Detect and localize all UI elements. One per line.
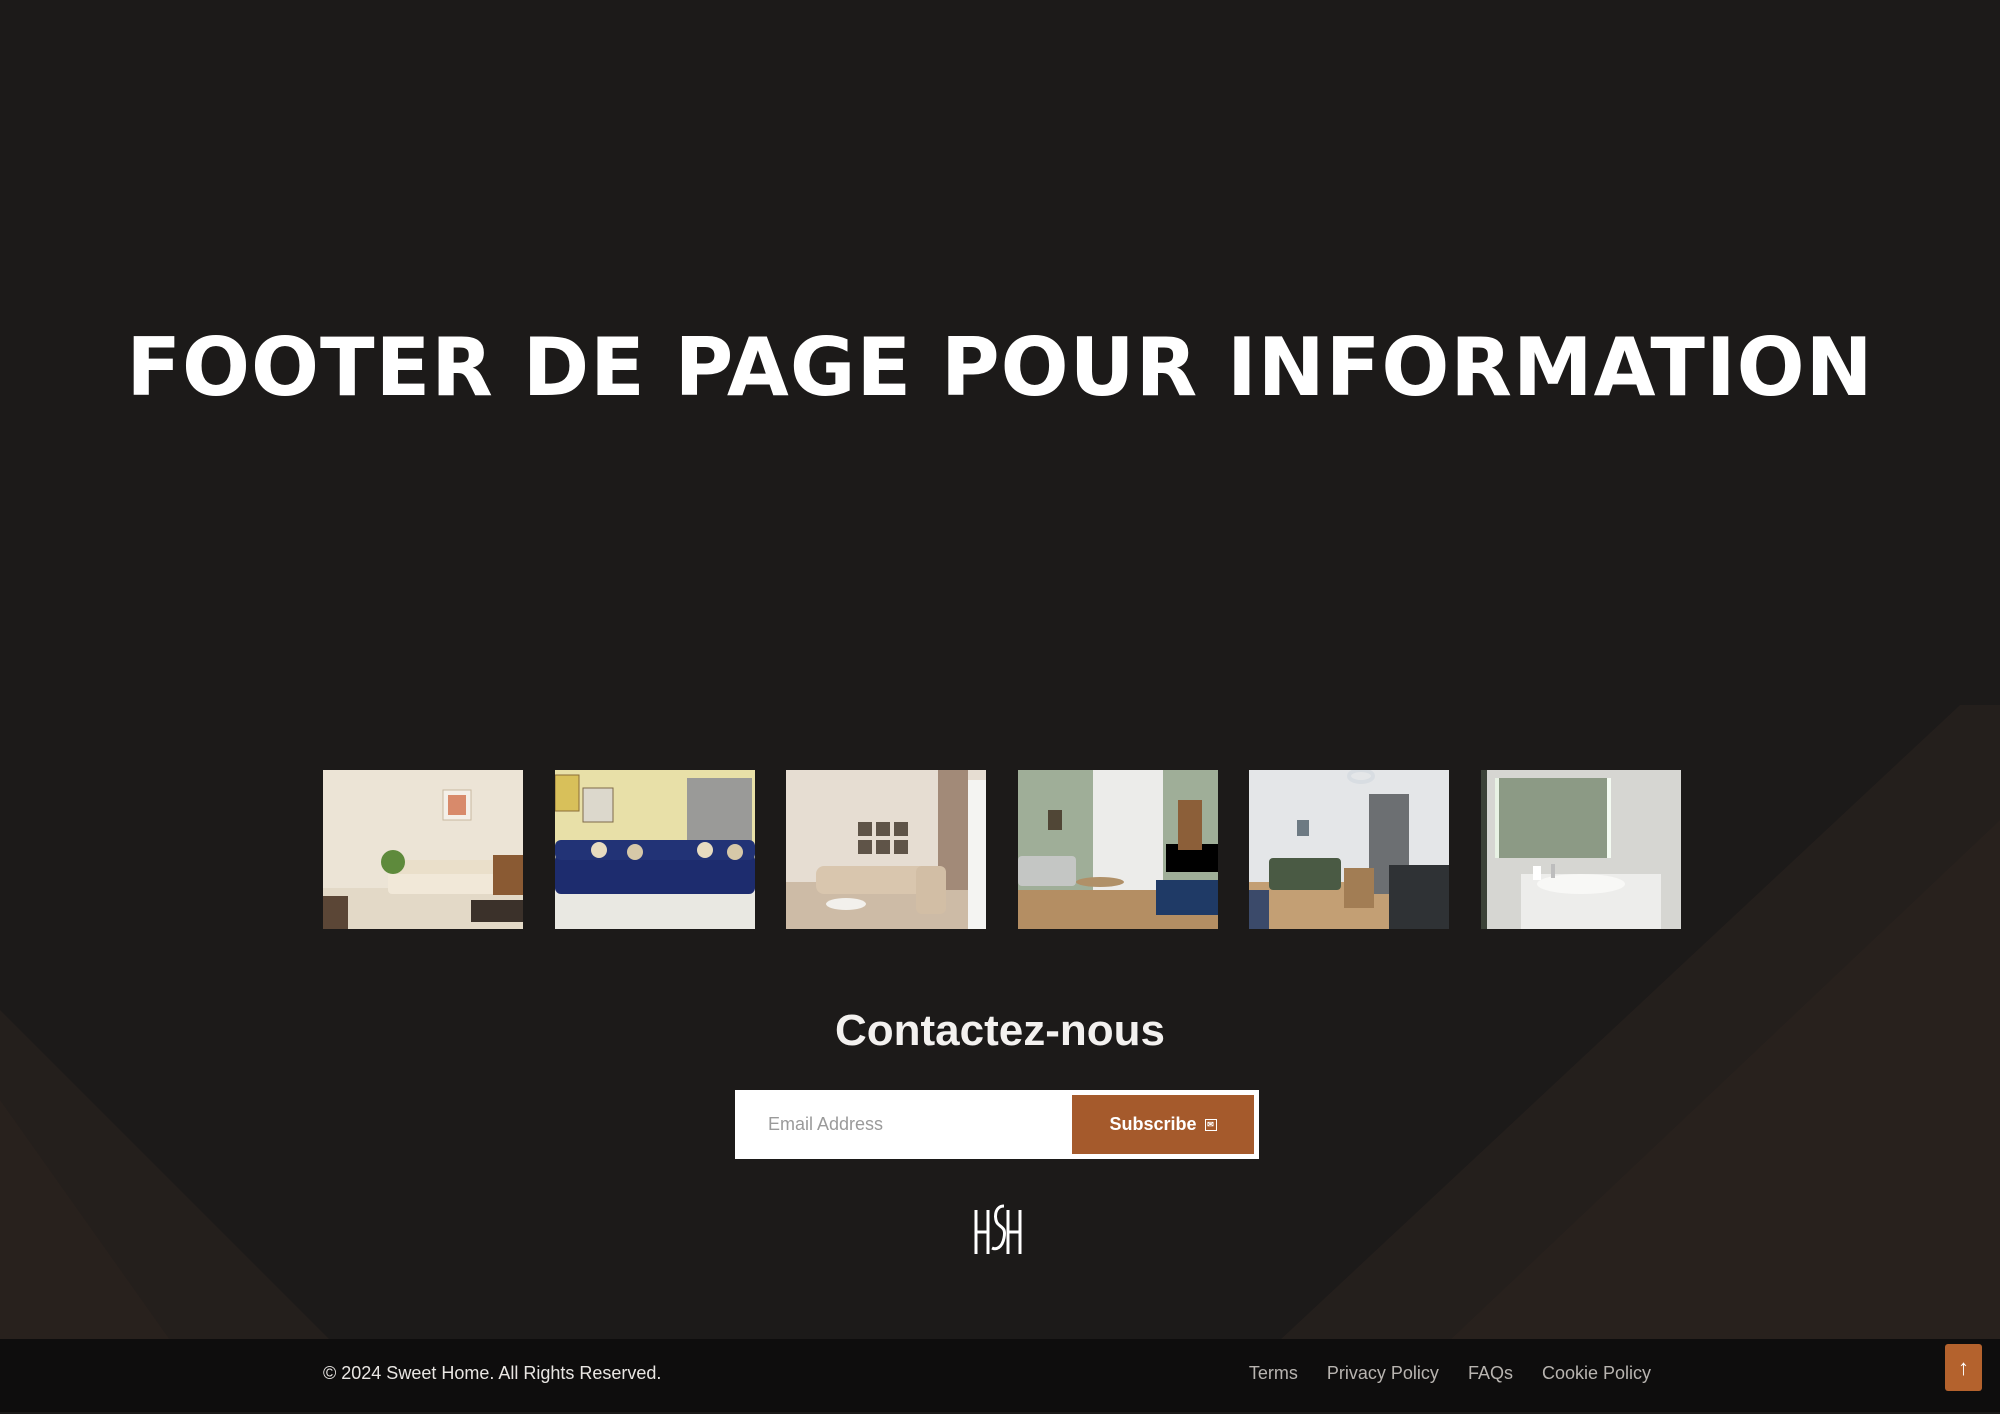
subscribe-label: Subscribe bbox=[1109, 1114, 1197, 1134]
email-field[interactable] bbox=[738, 1093, 1072, 1156]
footer-link-terms[interactable]: Terms bbox=[1249, 1363, 1298, 1384]
subscribe-button[interactable]: Subscribe ✉ bbox=[1072, 1095, 1254, 1154]
gallery-image-blue-sofa[interactable] bbox=[554, 770, 755, 929]
copyright-text: © 2024 Sweet Home. All Rights Reserved. bbox=[323, 1363, 662, 1383]
footer-link-cookie-policy[interactable]: Cookie Policy bbox=[1542, 1363, 1651, 1384]
footer-links: Terms Privacy Policy FAQs Cookie Policy bbox=[1249, 1363, 1651, 1384]
image-gallery bbox=[323, 770, 1681, 929]
footer-link-privacy-policy[interactable]: Privacy Policy bbox=[1327, 1363, 1439, 1384]
gallery-image-dining-room[interactable] bbox=[1249, 770, 1450, 929]
footer-link-faqs[interactable]: FAQs bbox=[1468, 1363, 1513, 1384]
bottom-bar: © 2024 Sweet Home. All Rights Reserved. … bbox=[0, 1339, 2000, 1414]
gallery-image-bathroom[interactable] bbox=[1480, 770, 1681, 929]
sweet-home-logo bbox=[974, 1204, 1022, 1254]
gallery-image-beige-living-room[interactable] bbox=[323, 770, 523, 929]
gallery-image-sectional-sofa[interactable] bbox=[786, 770, 987, 929]
page-title: FOOTER DE PAGE POUR INFORMATION bbox=[126, 321, 1874, 414]
arrow-up-icon: ↑ bbox=[1958, 1354, 1969, 1380]
back-to-top-button[interactable]: ↑ bbox=[1945, 1344, 1982, 1391]
subscribe-form: Subscribe ✉ bbox=[735, 1090, 1259, 1159]
contact-title: Contactez-nous bbox=[835, 1006, 1165, 1055]
mail-icon: ✉ bbox=[1204, 1118, 1217, 1131]
gallery-image-green-wall-studio[interactable] bbox=[1017, 770, 1218, 929]
